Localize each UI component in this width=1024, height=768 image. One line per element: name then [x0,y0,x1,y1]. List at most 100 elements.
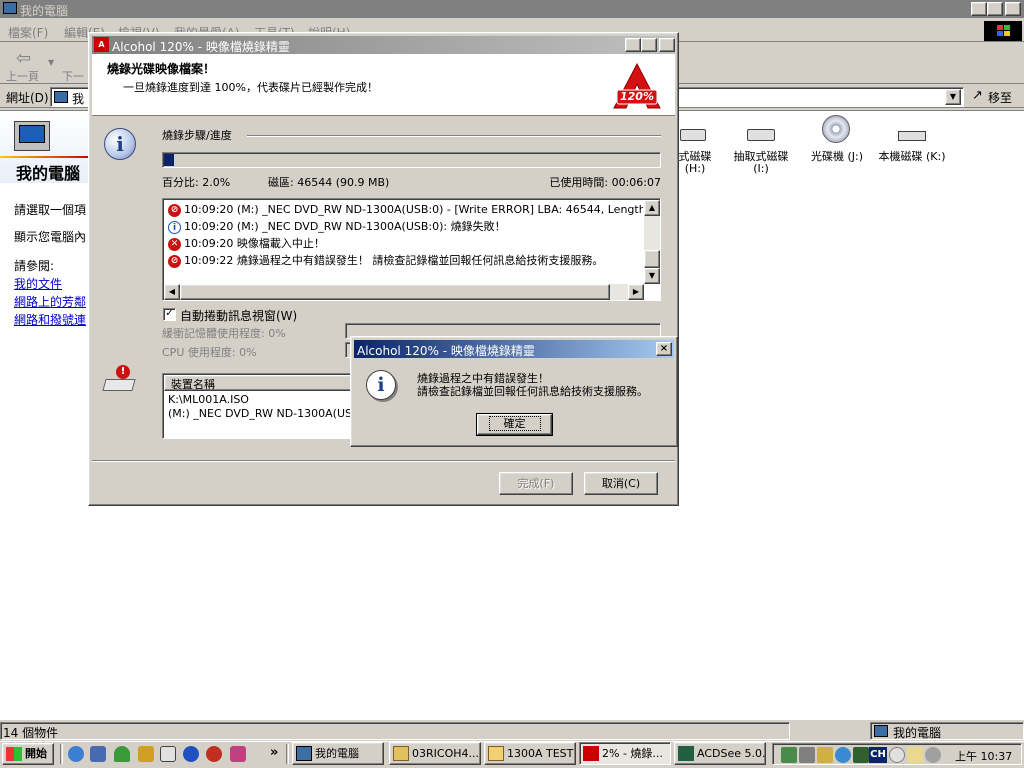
tasks-separator [286,744,289,764]
message-log[interactable]: ⊘ 10:09:20 (M:) _NEC DVD_RW ND-1300A(USB:… [162,198,661,301]
dialog-titlebar[interactable]: Alcohol 120% - 映像檔燒錄精靈 × [354,340,674,358]
link-dialup-connections[interactable]: 網路和撥號連 [14,311,86,328]
plugin-icon[interactable] [230,746,246,762]
alcohol-title: Alcohol 120% - 映像檔燒錄精靈 [112,40,290,54]
ime-indicator[interactable]: CH [869,747,887,763]
computer-icon [3,2,17,14]
elapsed-time-text: 已使用時間: 00:06:07 [549,176,661,189]
app-icon[interactable] [138,746,154,762]
progress-section-label: 燒錄步驟/進度 [162,129,232,142]
log-entry: ✕ 10:09:20 映像檔載入中止！ [165,235,325,252]
folder-app-icon [393,746,409,761]
header-divider [0,156,90,158]
log-vertical-scrollbar[interactable]: ▲ ▼ [644,200,660,284]
log-horizontal-scrollbar[interactable]: ◀ ▶ [164,284,644,300]
edit-icon[interactable] [160,746,176,762]
cancel-button[interactable]: 取消(C) [584,472,658,495]
cpu-usage-label: CPU 使用程度: 0% [162,346,257,359]
task-1300a-test[interactable]: 1300A TEST [484,742,576,765]
wizard-header: 燒錄光碟映像檔案！ 一旦燒錄進度到達 100%，代表碟片已經製作完成！ 120% [92,54,675,116]
autoscroll-label[interactable]: 自動捲動訊息視窗(W) [180,307,297,324]
burn-progress-bar [162,152,661,168]
windows-logo-icon [984,21,1022,41]
minimize-button[interactable]: _ [971,2,987,16]
error-x-icon: ✕ [168,237,181,251]
left-panel-header: 我的電腦 [0,111,90,183]
maximize-button[interactable]: □ [641,38,657,52]
device-row[interactable]: (M:) _NEC DVD_RW ND-1300A(USE [168,407,359,420]
scroll-right-button[interactable]: ▶ [628,284,644,300]
close-button[interactable]: × [1005,2,1021,16]
link-my-documents[interactable]: 我的文件 [14,275,62,292]
dialog-info-icon: i [366,370,396,400]
computer-icon [54,91,68,103]
sector-text: 磁區: 46544 (90.9 MB) [268,176,390,189]
hscroll-thumb[interactable] [180,284,610,300]
go-button[interactable]: ↗ 移至 [970,88,1022,106]
tray-app-icon[interactable] [907,747,923,763]
tray-app-icon[interactable] [853,747,869,763]
restore-button[interactable]: ❐ [987,2,1003,16]
description-text: 顯示您電腦內 [14,230,87,244]
close-button[interactable]: × [656,342,672,356]
forward-button[interactable]: 下一 [58,48,90,83]
ok-button[interactable]: 確定 [476,413,553,436]
device-list-header[interactable]: 裝置名稱 [164,375,364,391]
task-03ricoh[interactable]: 03RICOH4... [389,742,481,765]
alcohol-titlebar[interactable]: A Alcohol 120% - 映像檔燒錄精靈 _ □ × [92,36,675,54]
scroll-down-button[interactable]: ▼ [644,268,660,284]
media-icon[interactable] [183,746,199,762]
tray-app-icon[interactable] [817,747,833,763]
scroll-thumb[interactable] [644,250,660,268]
link-network-places[interactable]: 網路上的芳鄰 [14,293,86,310]
task-acdsee[interactable]: ACDSee 5.0... [674,742,766,765]
device-row[interactable]: K:\ML001A.ISO [168,393,249,406]
buffer-usage-label: 緩衝記憶體使用程度: 0% [162,327,286,340]
log-lines: ⊘ 10:09:20 (M:) _NEC DVD_RW ND-1300A(USB:… [165,201,643,281]
ie-icon[interactable] [68,746,84,762]
tray-app-icon[interactable] [925,747,941,763]
alcohol-app-icon [583,746,599,761]
autoscroll-checkbox[interactable]: ✓ [163,308,176,321]
ime-mode-icon[interactable] [889,747,905,763]
computer-icon [296,746,312,761]
quicklaunch-chevron[interactable]: » [270,745,278,760]
tree-icon[interactable] [114,746,130,762]
back-button[interactable]: ⇦ 上一頁 [4,48,44,83]
error-icon: ⊘ [168,203,181,217]
drive-warning-icon: ! [102,363,138,397]
scroll-left-button[interactable]: ◀ [164,284,180,300]
see-also-label: 請參閱: [14,259,55,273]
button-divider [92,460,675,462]
windows-flag-icon [6,747,22,761]
address-label: 網址(D) [6,91,49,105]
quicklaunch-separator [60,744,63,764]
left-panel-title: 我的電腦 [16,164,81,183]
tray-app-icon[interactable] [835,747,851,763]
drive-item-i[interactable]: 抽取式磁碟 (I:) [728,123,794,179]
drive-item-j[interactable]: 光碟機 (J:) [804,111,870,167]
hard-drive-icon [898,131,926,141]
outlook-icon[interactable] [90,746,106,762]
menu-file[interactable]: 檔案(F) [8,24,48,41]
go-arrow-icon: ↗ [972,88,983,103]
back-dropdown-icon[interactable]: ▼ [48,58,54,67]
realplayer-icon[interactable] [206,746,222,762]
network-icon[interactable] [781,747,797,763]
address-dropdown-button[interactable]: ▼ [945,89,961,105]
cd-drive-icon [822,115,850,143]
info-icon: i [168,220,181,234]
start-button[interactable]: 開始 [2,743,54,765]
task-alcohol-burn[interactable]: 2% - 燒錄... [579,742,671,765]
minimize-button[interactable]: _ [625,38,641,52]
finish-button[interactable]: 完成(F) [499,472,573,495]
status-left-pane: 14 個物件 [0,722,790,740]
scroll-up-button[interactable]: ▲ [644,200,660,216]
percent-text: 百分比: 2.0% [162,176,231,189]
volume-icon[interactable] [799,747,815,763]
close-button[interactable]: × [659,38,675,52]
drive-item-k[interactable]: 本機磁碟 (K:) [874,123,950,179]
task-my-computer[interactable]: 我的電腦 [292,742,384,765]
computer-icon [874,725,888,737]
explorer-titlebar[interactable]: 我的電腦 _ ❐ × [0,0,1024,18]
